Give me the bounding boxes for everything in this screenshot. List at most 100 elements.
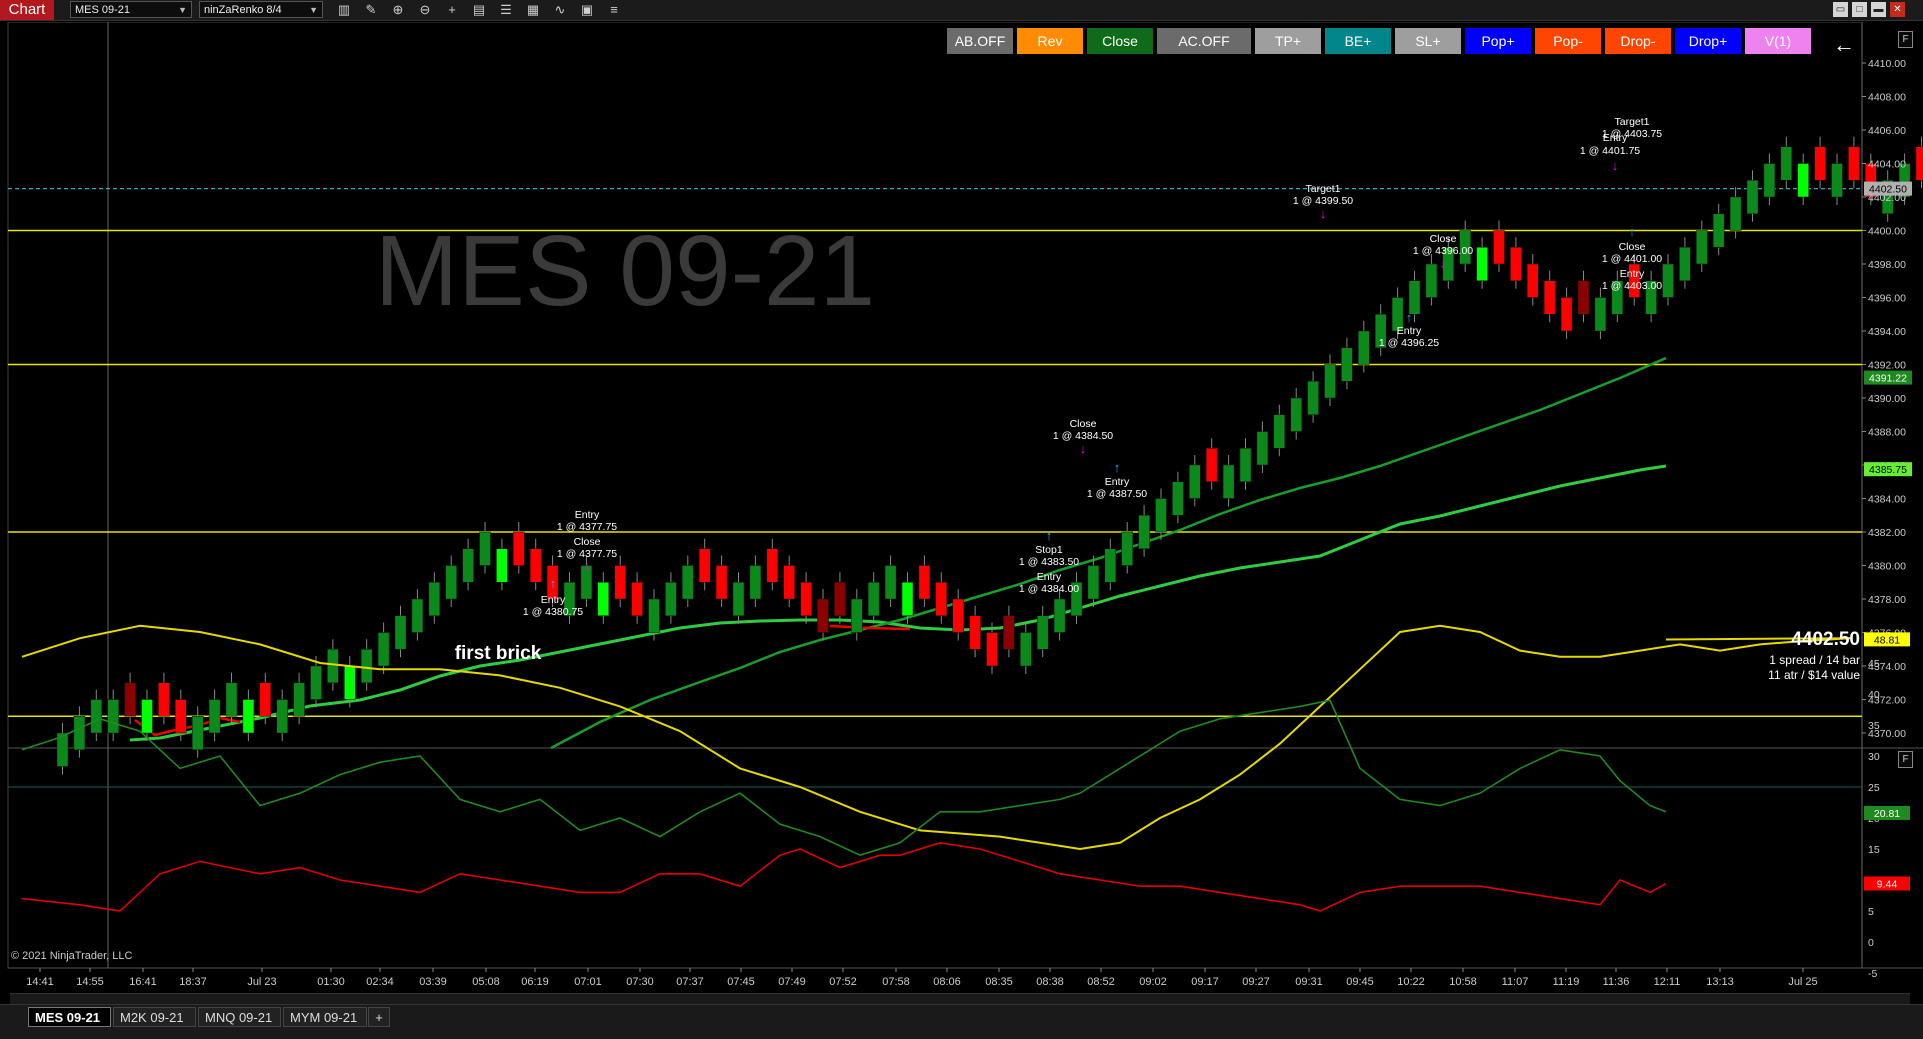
renko-brick[interactable] xyxy=(310,665,322,700)
renko-brick[interactable] xyxy=(411,598,424,633)
renko-brick[interactable] xyxy=(73,716,86,750)
renko-brick[interactable] xyxy=(529,548,542,583)
renko-brick[interactable] xyxy=(1341,347,1353,382)
menu-icon[interactable]: ≡ xyxy=(606,2,622,18)
renko-brick[interactable] xyxy=(1527,263,1539,298)
renko-brick[interactable] xyxy=(1763,163,1776,198)
restore-window-button[interactable]: ▭ xyxy=(1833,2,1848,17)
renko-brick[interactable] xyxy=(394,615,407,650)
renko-brick[interactable] xyxy=(141,699,153,734)
renko-brick[interactable] xyxy=(1425,263,1438,298)
minimize-window-button[interactable]: ▬ xyxy=(1871,2,1886,17)
renko-brick[interactable] xyxy=(901,582,914,616)
renko-brick[interactable] xyxy=(1104,548,1117,583)
renko-brick[interactable] xyxy=(428,582,441,616)
zoom-out-icon[interactable]: ⊖ xyxy=(417,2,433,18)
trade-button-drop[interactable]: Drop- xyxy=(1605,28,1671,54)
panel-button[interactable]: F xyxy=(1898,31,1913,48)
renko-brick[interactable] xyxy=(1696,230,1708,265)
renko-brick[interactable] xyxy=(648,598,660,633)
renko-brick[interactable] xyxy=(191,716,204,750)
renko-brick[interactable] xyxy=(1493,230,1505,265)
renko-brick[interactable] xyxy=(225,682,238,717)
trade-button-drop[interactable]: Drop+ xyxy=(1675,28,1741,54)
drawing-tool-icon[interactable]: ✎ xyxy=(363,2,379,18)
renko-brick[interactable] xyxy=(851,598,863,633)
renko-brick[interactable] xyxy=(1189,464,1201,499)
renko-brick[interactable] xyxy=(1729,196,1742,231)
renko-brick[interactable] xyxy=(360,649,373,683)
renko-brick[interactable] xyxy=(1746,180,1759,214)
renko-brick[interactable] xyxy=(377,632,390,667)
renko-brick[interactable] xyxy=(631,582,643,616)
renko-brick[interactable] xyxy=(1053,598,1066,633)
renko-brick[interactable] xyxy=(1679,247,1691,281)
renko-brick[interactable] xyxy=(1036,615,1049,650)
renko-brick[interactable] xyxy=(1273,414,1286,449)
renko-brick[interactable] xyxy=(935,582,948,616)
renko-brick[interactable] xyxy=(1577,280,1590,315)
renko-brick[interactable] xyxy=(749,565,762,600)
renko-brick[interactable] xyxy=(1560,297,1573,332)
renko-brick[interactable] xyxy=(766,548,779,583)
renko-brick[interactable] xyxy=(698,548,711,583)
renko-brick[interactable] xyxy=(783,565,795,600)
renko-brick[interactable] xyxy=(952,598,964,633)
renko-brick[interactable] xyxy=(715,565,728,600)
renko-brick[interactable] xyxy=(1222,464,1235,499)
renko-brick[interactable] xyxy=(479,531,491,566)
templates-icon[interactable]: ☰ xyxy=(498,2,514,18)
trade-button-ac-off[interactable]: AC.OFF xyxy=(1157,28,1251,54)
renko-brick[interactable] xyxy=(1712,213,1725,248)
zoom-in-icon[interactable]: ⊕ xyxy=(390,2,406,18)
renko-brick[interactable] xyxy=(682,565,694,600)
renko-brick[interactable] xyxy=(665,582,677,616)
renko-brick[interactable] xyxy=(1290,397,1302,432)
renko-brick[interactable] xyxy=(1831,163,1843,198)
renko-brick[interactable] xyxy=(513,531,525,566)
renko-brick[interactable] xyxy=(1087,565,1100,600)
close-window-button[interactable]: ✕ xyxy=(1890,2,1905,17)
tab-mnq[interactable]: MNQ 09-21 xyxy=(198,1007,281,1027)
tab-mes[interactable]: MES 09-21 xyxy=(28,1007,111,1027)
arrow-left-icon[interactable]: ← xyxy=(1833,32,1855,58)
trade-button-v-1[interactable]: V(1) xyxy=(1745,28,1811,54)
renko-brick[interactable] xyxy=(1358,330,1370,365)
instrument-selector[interactable]: MES 09-21 ▼ xyxy=(70,1,192,18)
renko-brick[interactable] xyxy=(1307,381,1319,415)
indicator-panel-button[interactable]: F xyxy=(1898,751,1913,768)
renko-brick[interactable] xyxy=(344,665,356,700)
renko-brick[interactable] xyxy=(867,582,880,616)
renko-brick[interactable] xyxy=(1594,297,1607,332)
renko-brick[interactable] xyxy=(1239,448,1252,482)
trade-button-close[interactable]: Close xyxy=(1087,28,1153,54)
renko-brick[interactable] xyxy=(1003,615,1015,650)
trade-button-ab-off[interactable]: AB.OFF xyxy=(947,28,1013,54)
renko-brick[interactable] xyxy=(918,565,931,600)
renko-brick[interactable] xyxy=(1848,146,1860,181)
trade-button-be[interactable]: BE+ xyxy=(1325,28,1391,54)
renko-brick[interactable] xyxy=(1510,247,1522,281)
renko-brick[interactable] xyxy=(1476,247,1488,281)
renko-brick[interactable] xyxy=(732,582,745,616)
renko-brick[interactable] xyxy=(107,699,119,734)
renko-brick[interactable] xyxy=(884,565,897,600)
indicators-icon[interactable]: ▦ xyxy=(525,2,541,18)
renko-brick[interactable] xyxy=(969,615,981,650)
horizontal-scrollbar[interactable] xyxy=(10,993,1910,1004)
renko-brick[interactable] xyxy=(800,582,812,616)
renko-brick[interactable] xyxy=(614,565,626,600)
renko-brick[interactable] xyxy=(1814,146,1826,181)
renko-brick[interactable] xyxy=(1138,515,1150,549)
renko-brick[interactable] xyxy=(158,682,170,717)
trade-button-pop[interactable]: Pop+ xyxy=(1465,28,1531,54)
renko-brick[interactable] xyxy=(1205,448,1218,482)
renko-brick[interactable] xyxy=(1155,498,1167,533)
renko-brick[interactable] xyxy=(1915,146,1923,181)
renko-brick[interactable] xyxy=(242,699,255,734)
renko-brick[interactable] xyxy=(259,682,272,717)
renko-brick[interactable] xyxy=(462,548,474,583)
data-box-icon[interactable]: ▤ xyxy=(471,2,487,18)
trade-button-sl[interactable]: SL+ xyxy=(1395,28,1461,54)
strategies-icon[interactable]: ∿ xyxy=(552,2,568,18)
